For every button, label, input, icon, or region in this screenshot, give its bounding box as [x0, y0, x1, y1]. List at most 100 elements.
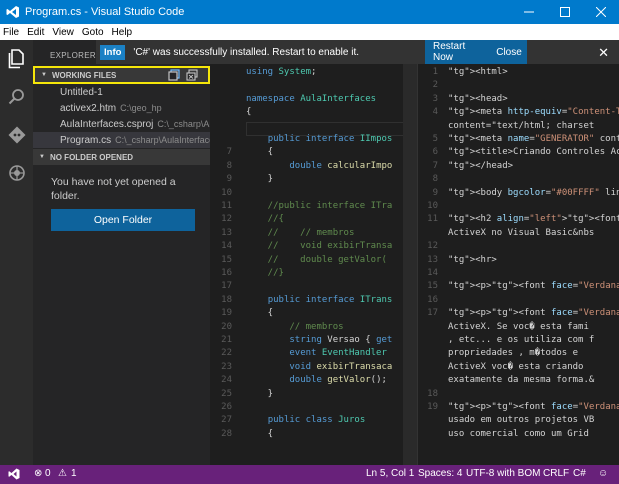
menu-view[interactable]: View	[49, 27, 79, 38]
minimize-icon[interactable]	[511, 0, 547, 24]
code-text: "tg"><body bgcolor="#00FFFF" lin	[448, 187, 619, 198]
editor-scrollbar[interactable]	[403, 64, 417, 465]
code-line	[210, 121, 246, 134]
code-line: 25 }	[210, 389, 273, 402]
no-folder-header[interactable]: ▼ NO FOLDER OPENED	[33, 149, 210, 165]
code-text: usado em outros projetos VB	[448, 415, 595, 426]
line-number: 12	[221, 214, 232, 225]
line-number: 7	[432, 160, 438, 171]
line-number: 10	[221, 187, 232, 198]
code-line: uso comercial como um Grid	[418, 429, 589, 442]
line-number	[418, 121, 448, 134]
menu-edit[interactable]: Edit	[24, 27, 49, 38]
line-ending[interactable]: CRLF	[543, 468, 569, 479]
code-line: 4 "tg"><meta http-equiv="Content-T	[418, 107, 619, 120]
file-path: C:\_csharp\Au...	[157, 119, 210, 129]
search-icon[interactable]	[0, 78, 33, 116]
files-icon[interactable]	[0, 40, 33, 78]
window-title: Program.cs - Visual Studio Code	[25, 6, 185, 18]
code-line: 5 "tg"><meta name="GENERATOR" cont	[418, 134, 619, 147]
save-all-icon[interactable]	[168, 69, 180, 81]
code-line: 17	[210, 281, 246, 294]
code-line: 9 "tg"><body bgcolor="#00FFFF" lin	[418, 188, 619, 201]
code-text: using System;	[246, 67, 317, 77]
working-file-item[interactable]: AulaInterfaces.csproj C:\_csharp\Au...	[33, 116, 210, 132]
warning-icon[interactable]: ⚠	[58, 468, 67, 479]
code-line: 20 // membros	[210, 321, 344, 335]
code-line: 15 // double getValor(	[210, 255, 387, 268]
vs-logo-icon[interactable]	[8, 468, 20, 483]
line-number: 18	[427, 388, 438, 399]
code-text: namespace AulaInterfaces	[246, 93, 377, 104]
line-number: 3	[432, 93, 438, 104]
collapse-icon: ▼	[39, 154, 45, 160]
line-number	[418, 362, 448, 375]
error-count[interactable]: 0	[45, 468, 51, 479]
language-mode[interactable]: C#	[573, 468, 586, 479]
code-text: void exibirTransaca	[289, 361, 393, 372]
code-text: //}	[246, 268, 284, 278]
close-all-icon[interactable]	[186, 69, 198, 81]
code-text: "tg"><meta name="GENERATOR" cont	[448, 134, 619, 144]
line-number	[418, 429, 448, 442]
code-line: 26	[210, 402, 246, 415]
code-text: // double getValor(	[246, 254, 387, 265]
working-file-item-active[interactable]: Program.cs C:\_csharp\AulaInterfaces...	[33, 132, 210, 148]
line-number: 25	[221, 388, 232, 399]
indentation[interactable]: Spaces: 4	[418, 468, 462, 479]
code-text: "tg"><meta http-equiv="Content-T	[448, 107, 619, 118]
notification-close-button[interactable]: Close	[491, 40, 527, 64]
file-path: C:\geo_hp	[120, 103, 162, 113]
code-text: ActiveX voc� esta criando	[448, 361, 584, 372]
line-number: 16	[221, 268, 232, 278]
working-files-header[interactable]: ▼ WORKING FILES	[33, 66, 210, 84]
working-file-item[interactable]: activex2.htm C:\geo_hp	[33, 100, 210, 116]
line-number: 13	[427, 254, 438, 265]
code-text: string Versao { get	[289, 335, 393, 345]
code-text: // membros	[246, 321, 344, 332]
code-line: 28 {	[210, 429, 273, 442]
cursor-position[interactable]: Ln 5, Col 1	[366, 468, 414, 479]
open-folder-button[interactable]: Open Folder	[51, 209, 195, 231]
error-icon[interactable]: ⊗	[34, 468, 42, 479]
restart-now-button[interactable]: Restart Now	[425, 40, 491, 64]
code-line: 8 double calcularImpo	[210, 161, 393, 174]
code-text: event EventHandler	[289, 348, 387, 359]
maximize-icon[interactable]	[547, 0, 583, 24]
no-folder-label: NO FOLDER OPENED	[49, 152, 134, 162]
info-badge: Info	[100, 44, 126, 60]
line-number: 14	[221, 241, 232, 252]
vscode-icon	[5, 4, 21, 20]
close-icon[interactable]	[583, 0, 619, 24]
line-number: 22	[221, 348, 232, 359]
code-line: 17 "tg"><p>"tg"><font face="Verdana" siz	[418, 308, 619, 321]
encoding[interactable]: UTF-8 with BOM	[466, 468, 540, 479]
code-line: 12	[418, 241, 448, 254]
editor-program-cs[interactable]: using System; namespace AulaInterfaces { p…	[210, 64, 417, 465]
menu-goto[interactable]: Goto	[79, 27, 109, 38]
warning-count[interactable]: 1	[71, 468, 77, 479]
debug-icon[interactable]	[0, 154, 33, 192]
code-line: content="text/html; charset	[418, 121, 594, 134]
code-line: 3 "tg"><head>	[418, 94, 508, 107]
menu-help[interactable]: Help	[109, 27, 138, 38]
line-number	[418, 322, 448, 335]
working-file-item[interactable]: Untitled-1	[33, 84, 210, 100]
code-text: content="text/html; charset	[448, 120, 595, 131]
code-line: ActiveX. Se voc� esta fami	[418, 322, 589, 335]
git-icon[interactable]	[0, 116, 33, 154]
menu-file[interactable]: File	[0, 27, 24, 38]
line-number: 15	[427, 281, 438, 292]
code-line: 10	[210, 188, 246, 201]
code-text: {	[246, 428, 274, 439]
code-line: 12 //{	[210, 214, 284, 227]
editor-activex2-htm[interactable]: 1 "tg"><html> 2 3 "tg"><head> 4 "tg"><meta htt…	[417, 64, 619, 465]
title-bar: Program.cs - Visual Studio Code	[0, 0, 619, 24]
code-line: 13 "tg"><hr>	[418, 255, 497, 268]
code-line: namespace AulaInterfaces	[210, 94, 376, 107]
feedback-icon[interactable]: ☺	[598, 468, 608, 479]
code-line: 18	[418, 389, 448, 402]
line-number	[418, 348, 448, 361]
line-number: 7	[226, 147, 232, 158]
close-icon[interactable]: ✕	[598, 45, 609, 61]
